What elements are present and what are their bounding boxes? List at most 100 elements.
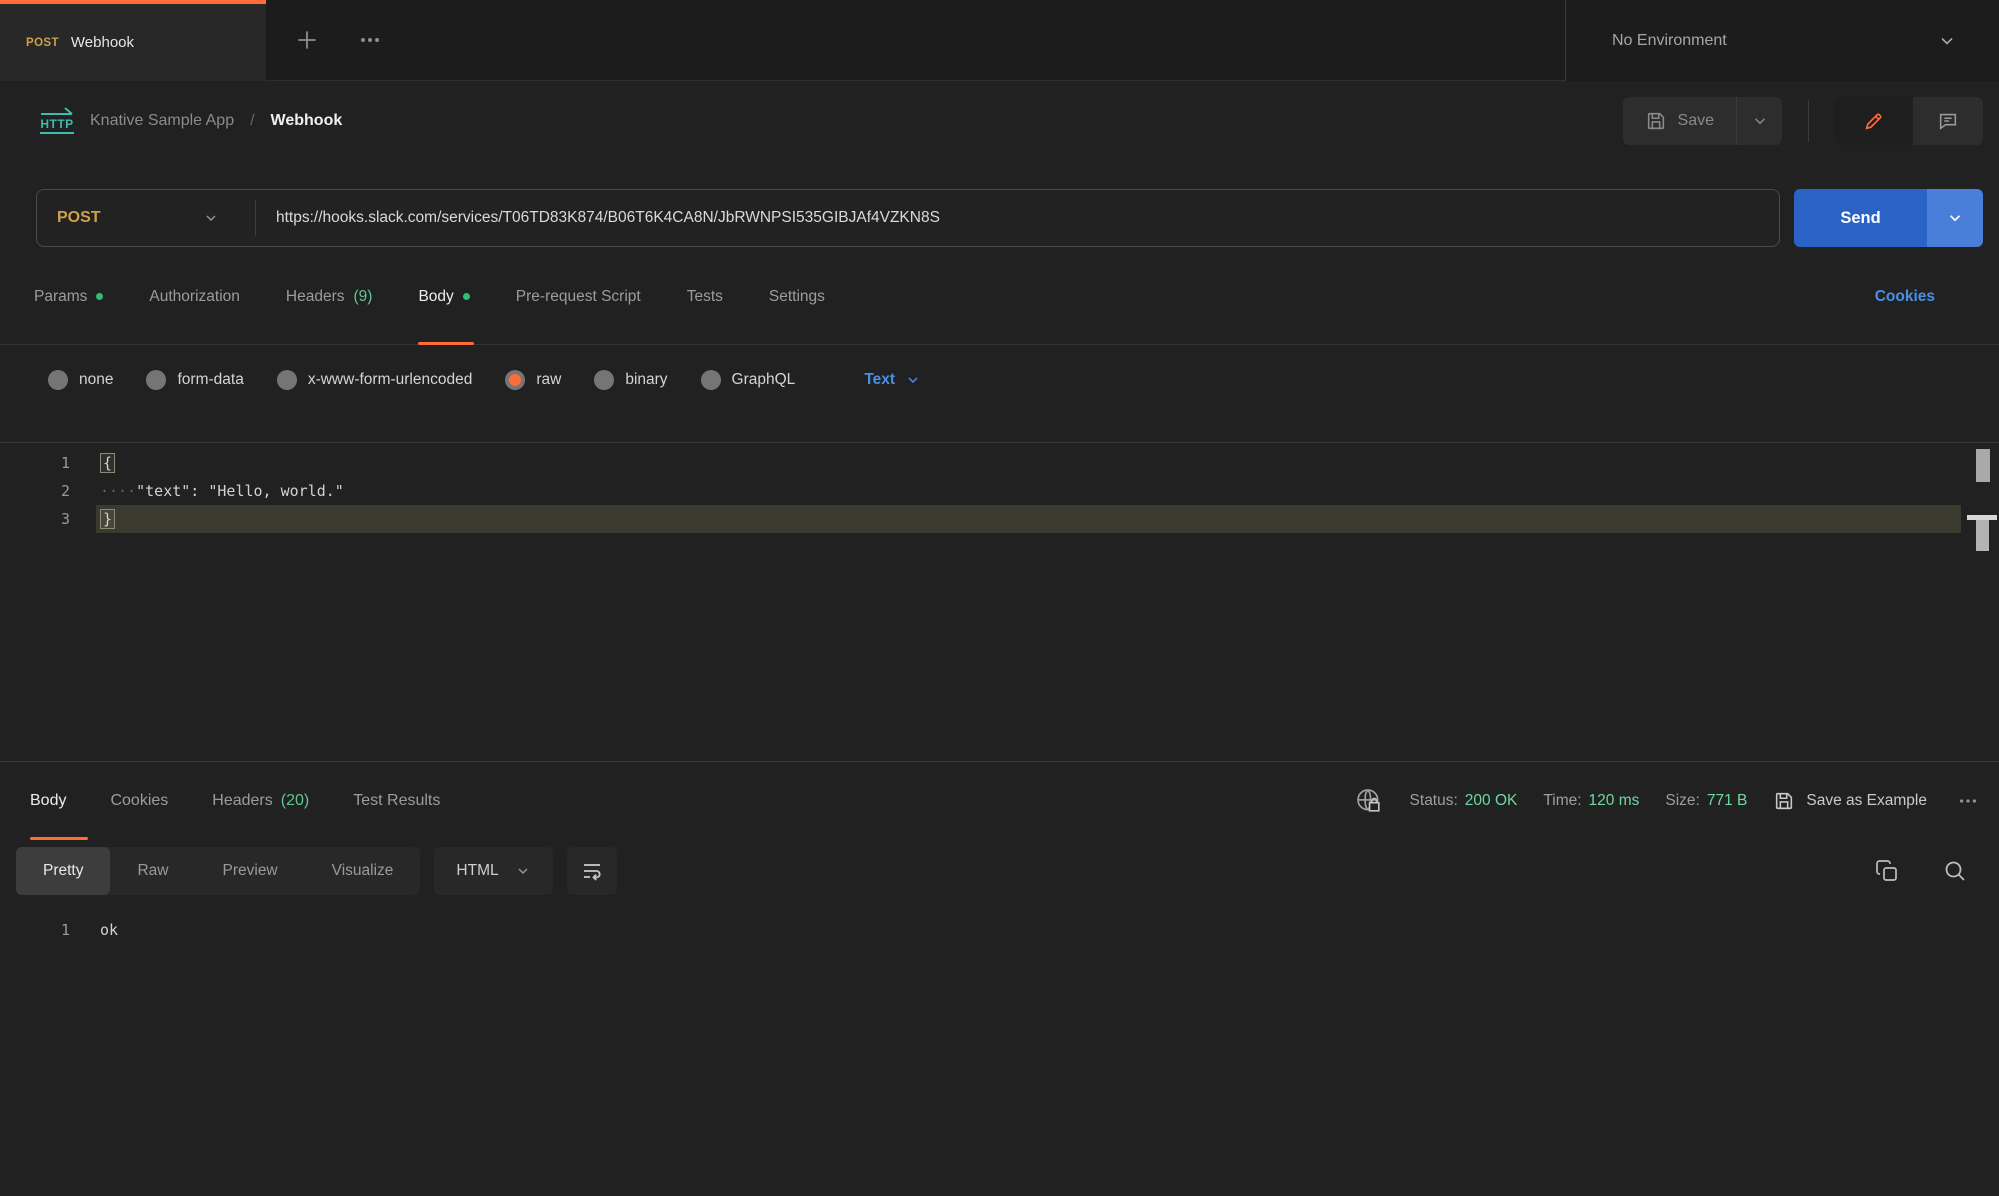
whitespace-dots: ···· <box>100 482 136 500</box>
response-meta: Status: 200 OK Time: 120 ms Size: 771 B … <box>1354 762 1983 840</box>
close-brace: } <box>100 509 115 529</box>
plus-icon <box>294 27 320 53</box>
chevron-down-icon <box>515 863 531 879</box>
request-tabs: Params Authorization Headers (9) Body Pr… <box>0 249 1999 345</box>
tab-headers[interactable]: Headers (9) <box>286 249 373 344</box>
breadcrumb-separator: / <box>250 112 254 130</box>
body-mode-graphql[interactable]: GraphQL <box>701 370 796 390</box>
breadcrumb-row: HTTP Knative Sample App / Webhook Save <box>0 81 1999 160</box>
body-mode-x-www-form-urlencoded[interactable]: x-www-form-urlencoded <box>277 370 473 390</box>
radio-icon <box>594 370 614 390</box>
breadcrumb-request-name[interactable]: Webhook <box>271 112 343 130</box>
chevron-down-icon <box>1946 209 1964 227</box>
save-as-example-button[interactable]: Save as Example <box>1773 790 1927 812</box>
radio-icon <box>48 370 68 390</box>
environment-selector[interactable]: No Environment <box>1565 0 1999 81</box>
edit-request-button[interactable] <box>1835 97 1913 145</box>
response-status: Status: 200 OK <box>1410 792 1518 810</box>
size-value: 771 B <box>1707 792 1748 810</box>
url-input[interactable] <box>256 209 1779 227</box>
comment-button[interactable] <box>1913 97 1983 145</box>
postman-app: POST Webhook No Environment <box>0 0 1999 1196</box>
edit-comment-group <box>1835 97 1983 145</box>
response-options-button[interactable] <box>1953 786 1983 816</box>
chevron-down-icon <box>905 372 921 388</box>
ellipsis-icon <box>358 28 382 52</box>
tab-params[interactable]: Params <box>34 249 103 344</box>
response-section: Body Cookies Headers (20) Test Results <box>0 762 1999 944</box>
tab-pre-request-script[interactable]: Pre-request Script <box>516 249 641 344</box>
chevron-down-icon <box>203 210 219 226</box>
save-icon <box>1645 110 1667 132</box>
ellipsis-icon <box>1957 790 1979 812</box>
send-button[interactable]: Send <box>1794 189 1927 247</box>
wrap-lines-button[interactable] <box>567 847 617 895</box>
response-tab-body[interactable]: Body <box>30 762 66 840</box>
view-visualize[interactable]: Visualize <box>305 847 421 895</box>
view-preview[interactable]: Preview <box>196 847 305 895</box>
tab-method-badge: POST <box>26 37 59 49</box>
vertical-divider <box>1808 100 1809 142</box>
environment-label: No Environment <box>1612 32 1727 50</box>
response-body-text: ok <box>96 916 1999 944</box>
new-tab-button[interactable] <box>290 23 324 57</box>
send-options-button[interactable] <box>1927 189 1983 247</box>
line-number: 3 <box>0 505 70 533</box>
method-selector[interactable]: POST <box>37 190 255 246</box>
network-globe-lock-icon[interactable] <box>1354 786 1384 816</box>
save-button-group: Save <box>1623 97 1782 145</box>
copy-response-button[interactable] <box>1871 855 1903 887</box>
tab-settings[interactable]: Settings <box>769 249 825 344</box>
raw-language-selector[interactable]: Text <box>864 371 921 389</box>
request-body-editor[interactable]: 1 { 2 ····"text": "Hello, world." 3 } <box>0 442 1999 762</box>
request-tab-webhook[interactable]: POST Webhook <box>0 0 266 81</box>
url-box: POST <box>36 189 1780 247</box>
line-number: 2 <box>0 477 70 505</box>
response-body-line: 1 ok <box>0 916 1999 944</box>
radio-icon <box>277 370 297 390</box>
response-format-selector[interactable]: HTML <box>434 847 552 895</box>
response-tab-cookies[interactable]: Cookies <box>110 762 168 840</box>
tab-body[interactable]: Body <box>418 249 469 344</box>
cookies-link[interactable]: Cookies <box>1875 288 1935 306</box>
breadcrumb-collection[interactable]: Knative Sample App <box>90 112 234 130</box>
chevron-down-icon <box>1937 31 1957 51</box>
editor-line: 2 ····"text": "Hello, world." <box>0 477 1999 505</box>
response-tab-headers[interactable]: Headers (20) <box>212 762 309 840</box>
response-time: Time: 120 ms <box>1543 792 1639 810</box>
view-pretty[interactable]: Pretty <box>16 847 110 895</box>
body-mode-binary[interactable]: binary <box>594 370 667 390</box>
search-icon <box>1943 859 1967 883</box>
time-value: 120 ms <box>1589 792 1640 810</box>
response-size: Size: 771 B <box>1665 792 1747 810</box>
params-status-dot <box>96 293 103 300</box>
save-options-button[interactable] <box>1736 97 1782 145</box>
editor-scrollbar-thumb[interactable] <box>1976 449 1990 482</box>
chevron-down-icon <box>1751 112 1769 130</box>
wrap-text-icon <box>580 859 604 883</box>
response-tab-test-results[interactable]: Test Results <box>353 762 440 840</box>
http-request-icon: HTTP <box>40 107 74 134</box>
search-response-button[interactable] <box>1939 855 1971 887</box>
body-status-dot <box>463 293 470 300</box>
save-icon <box>1773 790 1795 812</box>
status-value: 200 OK <box>1465 792 1518 810</box>
tab-options-button[interactable] <box>354 24 386 56</box>
body-mode-form-data[interactable]: form-data <box>146 370 243 390</box>
tab-authorization[interactable]: Authorization <box>149 249 239 344</box>
body-mode-none[interactable]: none <box>48 370 113 390</box>
request-actions: Save <box>1623 97 1983 145</box>
active-tab-underline <box>30 837 88 840</box>
radio-icon <box>146 370 166 390</box>
comment-icon <box>1937 110 1959 132</box>
pencil-icon <box>1863 110 1885 132</box>
response-headers-count: (20) <box>281 792 309 810</box>
tab-tests[interactable]: Tests <box>687 249 723 344</box>
response-toolbar: Pretty Raw Preview Visualize HTML <box>0 840 1999 902</box>
radio-icon <box>701 370 721 390</box>
save-button[interactable]: Save <box>1623 97 1736 145</box>
body-mode-row: none form-data x-www-form-urlencoded raw… <box>0 345 1999 415</box>
body-mode-raw[interactable]: raw <box>505 370 561 390</box>
view-raw[interactable]: Raw <box>110 847 195 895</box>
overview-ruler-cursor-mark <box>1976 520 1989 551</box>
